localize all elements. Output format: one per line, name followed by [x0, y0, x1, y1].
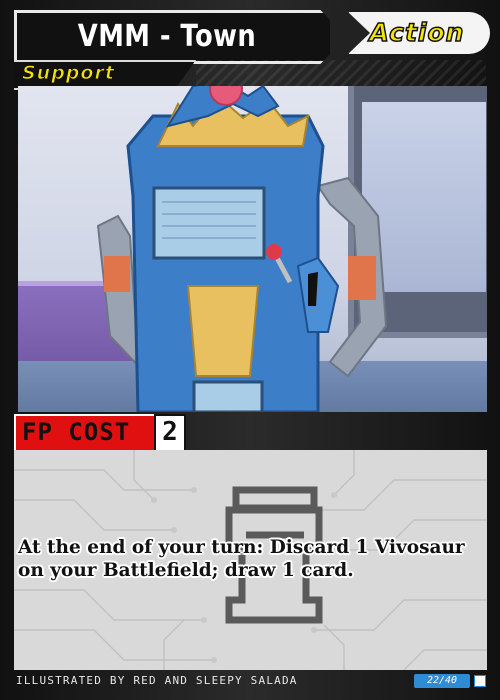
vending-robot-illustration: [96, 86, 388, 412]
illustrator-credit: ILLUSTRATED BY RED AND SLEEPY SALADA: [16, 674, 298, 687]
decorative-stripes: [196, 60, 486, 86]
subtype-label: Support: [22, 62, 115, 85]
type-label: Action: [369, 17, 465, 48]
effect-text: At the end of your turn: Discard 1 Vivos…: [18, 537, 465, 581]
card-footer: ILLUSTRATED BY RED AND SLEEPY SALADA 22/…: [14, 672, 487, 690]
card-artwork: [18, 86, 487, 412]
card-number: 22/40: [414, 674, 470, 688]
title-banner: VMM - Town: [14, 10, 347, 64]
card-title: VMM - Town: [77, 19, 257, 54]
effect-panel: At the end of your turn: Discard 1 Vivos…: [14, 450, 487, 670]
card: VMM - Town Action Support FP COST 2 At t…: [0, 0, 500, 700]
fp-cost-value: 2: [162, 417, 178, 447]
set-symbol-icon: [474, 675, 486, 687]
fp-cost-label: FP COST: [22, 418, 131, 446]
